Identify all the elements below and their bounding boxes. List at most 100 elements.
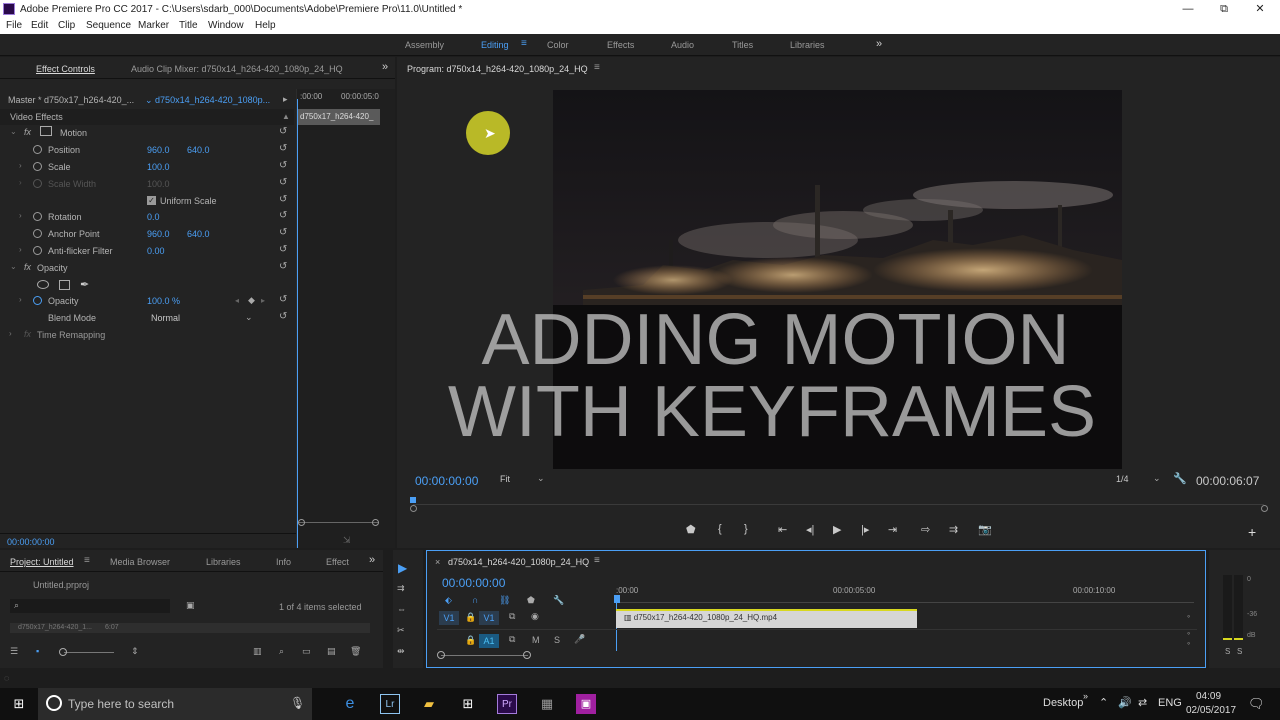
icon-view-icon[interactable]: ▪ xyxy=(36,646,39,656)
project-item-row[interactable]: d750x17_h264-420_1... 6:07 xyxy=(10,623,370,633)
workspace-libraries[interactable]: Libraries xyxy=(790,40,825,50)
workspaces-more-icon[interactable]: » xyxy=(876,38,882,50)
new-bin-from-search-icon[interactable]: ▣ xyxy=(186,600,195,611)
filter-icon[interactable]: ⇲ xyxy=(343,535,351,546)
selection-tool-icon[interactable]: ▶ xyxy=(398,561,407,575)
add-marker-icon[interactable]: ⬟ xyxy=(686,523,696,536)
track-a1-toggle[interactable]: A1 xyxy=(479,634,499,648)
eye-icon[interactable]: ◉ xyxy=(531,611,539,622)
nest-icon[interactable]: ⬖ xyxy=(445,595,452,606)
premiere-taskbar-icon[interactable]: Pr xyxy=(497,694,517,714)
find-icon[interactable]: ⌕ xyxy=(279,646,284,657)
prev-keyframe-icon[interactable]: ◂ xyxy=(235,296,239,305)
tab-effect-controls[interactable]: Effect Controls xyxy=(36,64,95,74)
reset-icon[interactable]: ↺ xyxy=(279,160,287,171)
timeline-ruler[interactable] xyxy=(616,597,1194,603)
show-desktop-icon[interactable]: » xyxy=(1083,691,1088,701)
track-select-tool-icon[interactable]: ⇉ xyxy=(397,583,405,594)
stopwatch-icon[interactable] xyxy=(33,229,42,238)
panel-menu-icon[interactable]: ≡ xyxy=(594,555,600,566)
scrubber-playhead[interactable] xyxy=(410,497,416,503)
mini-zoom-handle-left[interactable] xyxy=(298,519,305,526)
sort-icon[interactable]: ⇕ xyxy=(131,646,139,657)
clip-select-dropdown[interactable]: ⌄ d750x14_h264-420_1080p... xyxy=(145,95,270,106)
store-icon[interactable]: ⊞ xyxy=(458,694,478,714)
add-marker-icon[interactable]: ⬟ xyxy=(527,595,535,606)
collapse-up-icon[interactable]: ▲ xyxy=(282,112,290,121)
fx-icon[interactable]: fx xyxy=(24,127,31,137)
notifications-icon[interactable]: 🗨 xyxy=(1248,696,1265,712)
linked-selection-icon[interactable]: ⛓ xyxy=(499,595,510,606)
snap-icon[interactable]: ∩ xyxy=(472,595,478,605)
reset-icon[interactable]: ↺ xyxy=(279,210,287,221)
slip-tool-icon[interactable]: ⇹ xyxy=(397,646,405,657)
menu-edit[interactable]: Edit xyxy=(31,20,48,31)
tab-libraries[interactable]: Libraries xyxy=(206,557,241,567)
time-remapping-row[interactable]: › fx Time Remapping xyxy=(0,327,294,343)
lock-icon[interactable]: 🔒 xyxy=(465,635,476,646)
add-keyframe-icon[interactable]: ◆ xyxy=(248,295,255,306)
menu-marker[interactable]: Marker xyxy=(138,20,169,31)
reset-icon[interactable]: ↺ xyxy=(279,227,287,238)
maximize-button[interactable]: ⧉ xyxy=(1206,1,1242,18)
sync-lock-icon[interactable]: ⧉ xyxy=(509,634,515,645)
taskbar-search-box[interactable]: Type here to search 🎙 xyxy=(38,688,312,720)
workspace-assembly[interactable]: Assembly xyxy=(405,40,444,50)
program-title[interactable]: Program: d750x14_h264-420_1080p_24_HQ xyxy=(407,64,588,74)
step-back-icon[interactable]: ◂| xyxy=(806,523,814,536)
wrench-icon[interactable]: 🔧 xyxy=(1173,472,1187,485)
fx-icon[interactable]: fx xyxy=(24,262,31,272)
minimize-button[interactable]: — xyxy=(1170,1,1206,18)
mark-in-icon[interactable]: { xyxy=(718,523,722,535)
windows-start-icon[interactable]: ⊞ xyxy=(9,694,29,714)
solo-button[interactable]: S xyxy=(554,635,560,645)
scroll-handle-a1[interactable]: ◦ xyxy=(1187,638,1190,648)
anchor-y-value[interactable]: 640.0 xyxy=(187,229,210,239)
reset-icon[interactable]: ↺ xyxy=(279,244,287,255)
app-icon[interactable]: ▦ xyxy=(537,694,557,714)
reset-icon[interactable]: ↺ xyxy=(279,261,287,272)
fit-select[interactable]: Fit ⌄ xyxy=(497,472,547,486)
position-x-value[interactable]: 960.0 xyxy=(147,145,170,155)
mark-out-icon[interactable]: } xyxy=(744,523,748,535)
reset-icon[interactable]: ↺ xyxy=(279,311,287,322)
mini-zoom-bar[interactable] xyxy=(299,522,379,523)
scroll-handle-v1[interactable]: ◦ xyxy=(1187,611,1190,621)
motion-transform-icon[interactable] xyxy=(40,126,52,136)
position-y-value[interactable]: 640.0 xyxy=(187,145,210,155)
timeline-zoom-bar[interactable] xyxy=(441,655,528,656)
microphone-icon[interactable]: 🎙 xyxy=(290,696,305,710)
chevron-up-icon[interactable]: ⌃ xyxy=(1099,696,1108,709)
ellipse-mask-icon[interactable] xyxy=(37,280,49,289)
scale-value[interactable]: 100.0 xyxy=(147,162,170,172)
project-search-input[interactable]: ⌕ xyxy=(10,599,170,613)
workspace-titles[interactable]: Titles xyxy=(732,40,753,50)
expand-icon[interactable]: › xyxy=(19,211,22,220)
desktop-toolbar[interactable]: Desktop xyxy=(1043,697,1083,709)
zoom-slider-handle[interactable] xyxy=(59,648,67,656)
stopwatch-icon[interactable] xyxy=(33,212,42,221)
blend-mode-select[interactable]: Normal ⌄ xyxy=(147,311,257,324)
timeline-zoom-right[interactable] xyxy=(523,651,531,659)
expand-icon[interactable]: › xyxy=(19,245,22,254)
solo-right-button[interactable]: S xyxy=(1237,647,1242,656)
timeline-timecode[interactable]: 00:00:00:00 xyxy=(442,576,505,590)
clock-time[interactable]: 04:09 xyxy=(1196,691,1221,702)
mini-zoom-handle-right[interactable] xyxy=(372,519,379,526)
tab-effect[interactable]: Effect xyxy=(326,557,349,567)
rotation-value[interactable]: 0.0 xyxy=(147,212,160,222)
automate-to-sequence-icon[interactable]: ▥ xyxy=(253,646,262,657)
panel-menu-icon[interactable]: ≡ xyxy=(84,555,90,566)
language-indicator[interactable]: ENG xyxy=(1158,697,1182,709)
expand-icon[interactable]: › xyxy=(9,329,12,338)
tab-media-browser[interactable]: Media Browser xyxy=(110,557,170,567)
list-view-icon[interactable]: ☰ xyxy=(10,646,18,657)
panel-menu-icon[interactable]: ≡ xyxy=(594,62,600,73)
app-icon-2[interactable]: ▣ xyxy=(576,694,596,714)
rectangle-mask-icon[interactable] xyxy=(59,280,70,290)
edge-icon[interactable]: e xyxy=(340,694,360,714)
microphone-icon[interactable]: 🎤 xyxy=(574,634,585,645)
workspace-menu-icon[interactable]: ≡ xyxy=(521,38,527,49)
volume-icon[interactable]: 🔊 xyxy=(1118,696,1132,709)
reset-icon[interactable]: ↺ xyxy=(279,177,287,188)
